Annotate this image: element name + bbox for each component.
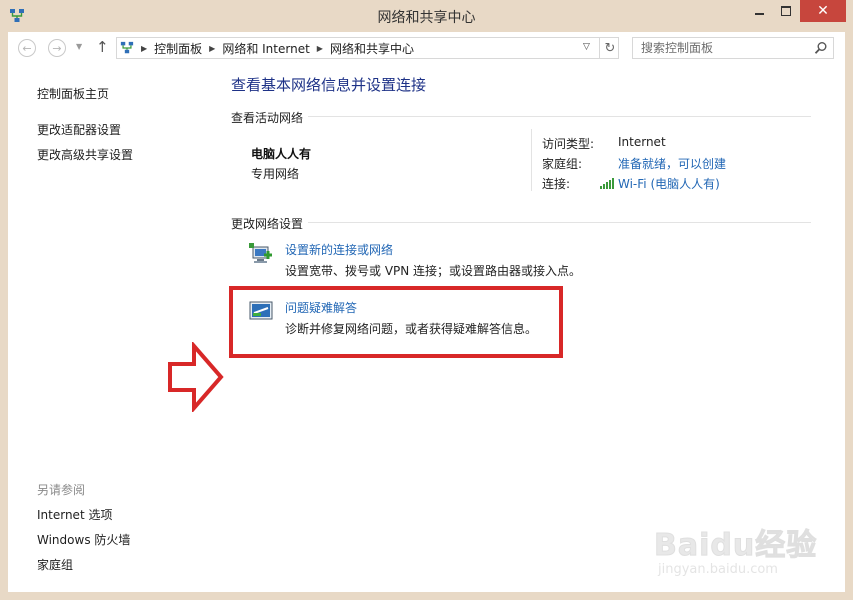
homegroup-link[interactable]: 准备就绪，可以创建 bbox=[618, 155, 726, 172]
task-setup-connection-desc: 设置宽带、拨号或 VPN 连接；或设置路由器或接入点。 bbox=[285, 264, 582, 278]
refresh-button[interactable]: ↻ bbox=[599, 38, 620, 58]
task-setup-connection-link[interactable]: 设置新的连接或网络 bbox=[285, 241, 393, 258]
homegroup-label: 家庭组: bbox=[542, 157, 583, 171]
recent-locations-dropdown-icon[interactable]: ▼ bbox=[76, 42, 82, 51]
address-bar: ← → ▼ ↑ ▶ 控制面板 ▶ 网络和 Internet ▶ 网络和共享中心 … bbox=[8, 32, 845, 65]
forward-button[interactable]: → bbox=[48, 39, 66, 57]
wifi-connection-label[interactable]: Wi-Fi (电脑人人有) bbox=[618, 177, 720, 191]
close-button[interactable]: ✕ bbox=[800, 0, 846, 22]
breadcrumb-control-panel[interactable]: 控制面板 bbox=[154, 40, 202, 57]
breadcrumb-network-internet[interactable]: 网络和 Internet bbox=[222, 40, 309, 57]
minimize-icon bbox=[754, 13, 764, 15]
see-also-header: 另请参阅 bbox=[37, 483, 86, 497]
window-title: 网络和共享中心 bbox=[377, 10, 476, 26]
chevron-right-icon[interactable]: ▶ bbox=[317, 44, 323, 53]
arrow-left-icon: ← bbox=[22, 41, 32, 55]
access-type-label: 访问类型: bbox=[542, 137, 595, 151]
back-button[interactable]: ← bbox=[18, 39, 36, 57]
sidebar-item-windows-firewall[interactable]: Windows 防火墙 bbox=[37, 531, 130, 548]
refresh-icon: ↻ bbox=[604, 40, 616, 56]
watermark-url: jingyan.baidu.com bbox=[658, 562, 778, 577]
wifi-connection-link[interactable]: Wi-Fi (电脑人人有) bbox=[600, 175, 720, 192]
vertical-divider bbox=[531, 129, 532, 191]
access-type-value: Internet bbox=[618, 135, 666, 149]
watermark: Baidu经验 jingyan.baidu.com bbox=[650, 506, 830, 586]
up-level-button[interactable]: ↑ bbox=[96, 38, 109, 56]
wifi-signal-icon bbox=[600, 178, 614, 189]
network-name: 电脑人人有 bbox=[251, 147, 312, 161]
change-settings-header: 更改网络设置 bbox=[231, 217, 304, 231]
new-connection-icon bbox=[249, 243, 272, 263]
search-box[interactable] bbox=[632, 37, 834, 59]
arrow-right-icon: → bbox=[52, 41, 62, 55]
arrow-right-annotation-icon bbox=[168, 342, 224, 412]
search-icon[interactable] bbox=[814, 41, 828, 55]
active-networks-header: 查看活动网络 bbox=[231, 111, 304, 125]
connection-label: 连接: bbox=[542, 177, 571, 191]
close-icon: ✕ bbox=[817, 3, 829, 19]
search-input[interactable] bbox=[633, 38, 811, 58]
breadcrumb-network-sharing-center[interactable]: 网络和共享中心 bbox=[330, 40, 414, 57]
chevron-right-icon[interactable]: ▶ bbox=[209, 44, 215, 53]
address-history-dropdown-icon[interactable]: ▽ bbox=[583, 42, 590, 52]
window: 网络和共享中心 ✕ ← → ▼ ↑ ▶ 控制面板 ▶ 网络和 Internet … bbox=[0, 0, 853, 600]
title-bar: 网络和共享中心 ✕ bbox=[0, 0, 853, 32]
network-type: 专用网络 bbox=[251, 167, 300, 181]
sidebar-item-change-advanced-sharing[interactable]: 更改高级共享设置 bbox=[37, 146, 133, 163]
watermark-logo: Baidu经验 bbox=[653, 528, 818, 564]
maximize-icon bbox=[781, 6, 791, 16]
minimize-button[interactable] bbox=[746, 0, 772, 22]
highlight-annotation-box bbox=[229, 286, 563, 358]
address-box[interactable]: ▶ 控制面板 ▶ 网络和 Internet ▶ 网络和共享中心 ▽ ↻ bbox=[116, 37, 619, 59]
sidebar-item-internet-options[interactable]: Internet 选项 bbox=[37, 506, 112, 523]
sidebar-item-change-adapter-settings[interactable]: 更改适配器设置 bbox=[37, 121, 121, 138]
sidebar-item-homegroup[interactable]: 家庭组 bbox=[37, 556, 73, 573]
page-title: 查看基本网络信息并设置连接 bbox=[231, 76, 427, 94]
section-divider bbox=[308, 116, 811, 117]
network-location-icon bbox=[120, 41, 134, 54]
sidebar-item-control-panel-home[interactable]: 控制面板主页 bbox=[37, 85, 109, 102]
chevron-right-icon: ▶ bbox=[141, 43, 148, 53]
section-divider bbox=[308, 222, 811, 223]
maximize-button[interactable] bbox=[773, 0, 799, 22]
